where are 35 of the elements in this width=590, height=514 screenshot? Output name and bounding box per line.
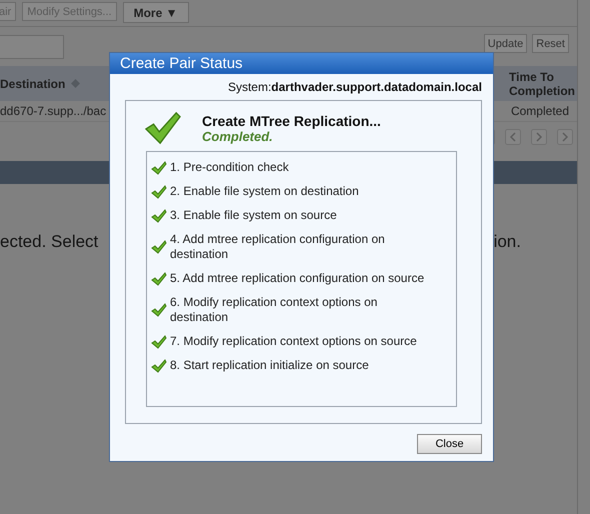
check-icon [151,303,167,317]
column-header[interactable]: Time To Completion [509,70,577,98]
filter-button[interactable]: Update [484,34,528,53]
pager-icon[interactable] [531,129,547,145]
check-icon [151,160,167,174]
check-icon [144,111,182,145]
check-icon [151,240,167,254]
column-header[interactable]: Destination [0,76,80,90]
pager-icon[interactable] [557,129,573,145]
step-label: 6. Modify replication context options on destination [170,295,378,325]
task-heading: Create MTree Replication... [202,112,381,128]
sort-icon[interactable] [71,79,80,88]
step-label: 7. Modify replication context options on source [170,334,417,349]
message-text: ion. [494,232,521,252]
step-label: 1. Pre-condition check [170,160,289,175]
filter-button[interactable]: Reset [532,34,569,53]
step-label: 5. Add mtree replication configuration on source [170,271,424,286]
task-status: Completed. [202,128,274,144]
pager-icon[interactable] [505,129,521,145]
table-cell: dd670-7.supp.../bac [0,104,106,118]
check-icon [151,334,167,348]
toolbar-button[interactable]: More ▼ [122,2,188,23]
filter-field[interactable] [0,35,64,59]
step-label: 8. Start replication initialize on source [170,358,369,373]
check-icon [151,272,167,286]
check-icon [151,208,167,222]
step-label: 4. Add mtree replication configuration on destination [170,232,386,262]
dialog-title: Create Pair Status [110,53,493,74]
step-label: 2. Enable file system on destination [170,184,359,199]
system-label: System:darthvader.support.datadomain.local [226,80,482,94]
close-button[interactable]: Close [417,434,482,454]
step-label: 3. Enable file system on source [170,208,337,223]
check-icon [151,358,167,372]
table-cell-text: Completed [510,104,570,118]
message-text: ected. Select [0,232,98,252]
